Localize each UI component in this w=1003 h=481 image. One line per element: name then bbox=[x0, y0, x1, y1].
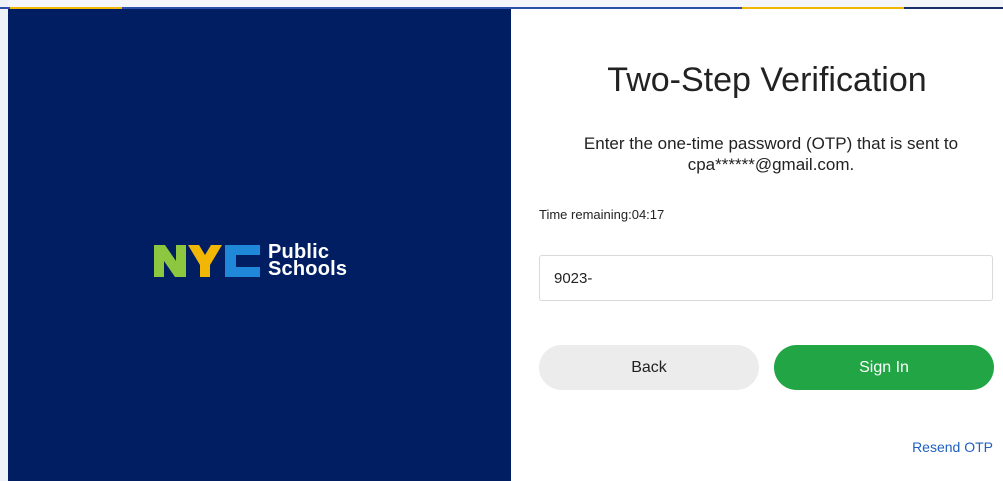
nyc-public-schools-logo: Public Schools bbox=[152, 238, 347, 284]
time-remaining: Time remaining:04:17 bbox=[539, 207, 665, 222]
verification-panel: Two-Step Verification Enter the one-time… bbox=[511, 9, 1003, 481]
nyc-logo-mark-icon bbox=[154, 245, 260, 277]
logo-text-schools: Schools bbox=[268, 258, 348, 280]
page-title: Two-Step Verification bbox=[607, 61, 927, 99]
otp-instructions: Enter the one-time password (OTP) that i… bbox=[583, 134, 959, 174]
brand-panel: Public Schools bbox=[8, 9, 511, 481]
resend-otp-link[interactable]: Resend OTP bbox=[912, 439, 993, 455]
browser-frame: Public Schools Two-Step Verification Ent… bbox=[0, 0, 1003, 481]
sign-in-button[interactable]: Sign In bbox=[774, 345, 994, 390]
otp-input[interactable] bbox=[539, 255, 993, 301]
left-edge bbox=[0, 0, 8, 481]
back-button[interactable]: Back bbox=[539, 345, 759, 390]
logo-wordmark: Public Schools bbox=[268, 242, 348, 280]
